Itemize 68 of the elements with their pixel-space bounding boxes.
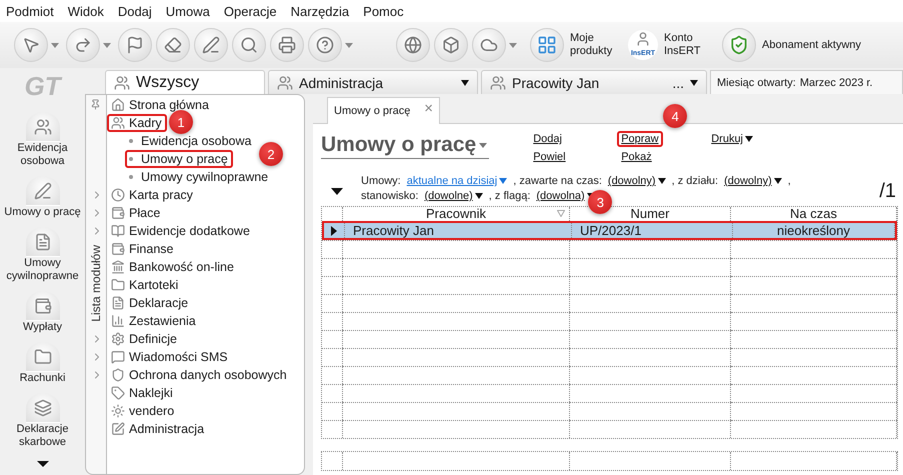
module-item[interactable]: Wiadomości SMS bbox=[107, 348, 233, 366]
module-subitem[interactable]: Umowy cywilnoprawne bbox=[125, 168, 274, 186]
menu-item[interactable]: Narzędzia bbox=[290, 4, 350, 18]
filter-dropdown[interactable]: (dowolne) bbox=[424, 190, 483, 202]
table-cell: UP/2023/1 bbox=[572, 223, 733, 238]
filter-label: , zawarte na czas: bbox=[513, 175, 602, 187]
menu-item[interactable]: Podmiot bbox=[6, 4, 54, 18]
document-tab[interactable]: Umowy o pracę × bbox=[327, 97, 440, 124]
module-item[interactable]: Definicje bbox=[107, 330, 182, 348]
filter-label: , z działu: bbox=[672, 175, 718, 187]
menu-item[interactable]: Dodaj bbox=[118, 4, 152, 18]
toolbar-button-label[interactable]: Abonament aktywny bbox=[762, 38, 872, 52]
toolbar-button-label[interactable]: Konto InsERT bbox=[664, 32, 710, 58]
step-number-badge: 3 bbox=[588, 190, 612, 214]
module-item[interactable]: Administracja bbox=[107, 420, 210, 438]
module-item[interactable]: Zestawienia bbox=[107, 312, 201, 330]
table-cell: Pracowity Jan bbox=[345, 223, 572, 238]
action-link[interactable]: Powiel bbox=[529, 149, 570, 165]
toolbar-button-label[interactable]: Moje produkty bbox=[570, 32, 616, 58]
nav-item[interactable]: Ewidencja osobowa bbox=[0, 142, 85, 168]
month-value: Marzec 2023 r. bbox=[800, 76, 873, 88]
module-item[interactable]: Ochrona danych osobowych bbox=[107, 366, 292, 384]
filter-dropdown[interactable]: aktualne na dzisiaj bbox=[406, 175, 508, 187]
close-icon[interactable]: × bbox=[424, 100, 433, 117]
table-cell: nieokreślony bbox=[733, 223, 895, 238]
menu-item[interactable]: Operacje bbox=[224, 4, 277, 18]
action-link[interactable]: Pokaż bbox=[617, 149, 656, 165]
nav-item[interactable]: Deklaracje skarbowe bbox=[0, 423, 85, 449]
page-title[interactable]: Umowy o pracę bbox=[321, 132, 490, 159]
module-item[interactable]: Kadry bbox=[107, 114, 167, 132]
module-item[interactable]: Bankowość on-line bbox=[107, 258, 239, 276]
record-count: /1 bbox=[879, 180, 896, 203]
table-row[interactable]: Pracowity Jan UP/2023/1 nieokreślony bbox=[322, 221, 897, 240]
panel-title: Lista modułów bbox=[89, 245, 103, 322]
logo: GT bbox=[24, 70, 61, 102]
month-label: Miesiąc otwarty: bbox=[717, 76, 796, 88]
module-subitem[interactable]: Ewidencja osobowa bbox=[125, 132, 256, 150]
module-item[interactable]: Ewidencje dodatkowe bbox=[107, 222, 255, 240]
nav-item[interactable]: Umowy o pracę bbox=[0, 206, 85, 219]
step-number-badge: 4 bbox=[663, 104, 688, 128]
menu-item[interactable]: Pomoc bbox=[363, 4, 404, 18]
action-link[interactable]: Dodaj bbox=[529, 131, 566, 147]
nav-item[interactable]: Wypłaty bbox=[0, 321, 85, 334]
step-number-badge: 2 bbox=[259, 142, 283, 166]
module-item[interactable]: vendero bbox=[107, 402, 180, 420]
filter-dropdown[interactable]: (dowolny) bbox=[724, 175, 782, 187]
module-item[interactable]: Płace bbox=[107, 204, 166, 222]
nav-item[interactable]: Rachunki bbox=[0, 372, 85, 385]
module-subitem[interactable]: Umowy o pracę bbox=[125, 150, 233, 168]
action-link[interactable]: Popraw bbox=[617, 131, 663, 147]
module-item[interactable]: Karta pracy bbox=[107, 186, 198, 204]
nav-item[interactable]: Umowy cywilnoprawne bbox=[0, 257, 85, 283]
module-item[interactable]: Finanse bbox=[107, 240, 178, 258]
module-item[interactable]: Kartoteki bbox=[107, 276, 184, 294]
module-item[interactable]: Naklejki bbox=[107, 384, 178, 402]
step-number-badge: 1 bbox=[169, 110, 193, 134]
menu-item[interactable]: Widok bbox=[68, 4, 104, 18]
filter-label: stanowisko: bbox=[361, 190, 418, 202]
filter-dropdown[interactable]: (dowolny) bbox=[608, 175, 666, 187]
tab[interactable]: Administracja bbox=[268, 70, 478, 94]
menu-item[interactable]: Umowa bbox=[166, 4, 210, 18]
tab[interactable]: Pracowity Jan ... bbox=[481, 70, 707, 94]
filter-label: , z flagą: bbox=[488, 190, 530, 202]
module-item[interactable]: Deklaracje bbox=[107, 294, 194, 312]
filter-label: , bbox=[788, 175, 791, 187]
filter-label: Umowy: bbox=[361, 175, 401, 187]
tab[interactable]: Wszyscy bbox=[105, 70, 265, 94]
action-link[interactable]: Drukuj bbox=[707, 131, 758, 147]
